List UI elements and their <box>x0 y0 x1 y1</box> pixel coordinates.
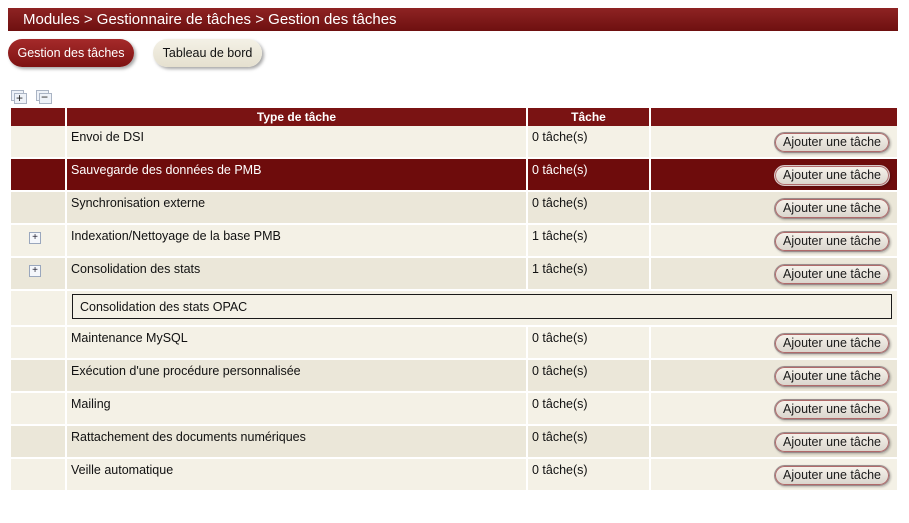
row-expander-cell <box>11 360 65 393</box>
subtask-row: Consolidation des stats OPAC <box>11 291 897 327</box>
task-count: 0 tâche(s) <box>528 159 649 192</box>
breadcrumb: Modules > Gestionnaire de tâches > Gesti… <box>8 8 898 31</box>
row-expander-cell: + <box>11 225 65 258</box>
add-task-button[interactable]: Ajouter une tâche <box>774 432 890 453</box>
task-count: 0 tâche(s) <box>528 360 649 393</box>
row-actions: Ajouter une tâche <box>651 225 897 258</box>
task-type: Consolidation des stats <box>67 258 526 291</box>
task-count: 0 tâche(s) <box>528 126 649 159</box>
task-table: Type de tâche Tâche Envoi de DSI 0 tâche… <box>9 108 899 492</box>
header-expander <box>11 108 65 126</box>
task-type: Veille automatique <box>67 459 526 492</box>
row-expander-cell <box>11 459 65 492</box>
tab-gestion-des-taches[interactable]: Gestion des tâches <box>8 39 134 67</box>
subtask-label: Consolidation des stats OPAC <box>80 300 248 314</box>
subtask-cell: Consolidation des stats OPAC <box>67 291 897 327</box>
table-row[interactable]: Rattachement des documents numériques 0 … <box>11 426 897 459</box>
add-task-button[interactable]: Ajouter une tâche <box>774 231 890 252</box>
task-type: Envoi de DSI <box>67 126 526 159</box>
table-row[interactable]: Maintenance MySQL 0 tâche(s) Ajouter une… <box>11 327 897 360</box>
task-count: 1 tâche(s) <box>528 225 649 258</box>
task-count: 0 tâche(s) <box>528 192 649 225</box>
row-actions: Ajouter une tâche <box>651 327 897 360</box>
row-expander-cell <box>11 327 65 360</box>
add-task-button[interactable]: Ajouter une tâche <box>774 132 890 153</box>
add-task-button[interactable]: Ajouter une tâche <box>774 366 890 387</box>
table-row[interactable]: Envoi de DSI 0 tâche(s) Ajouter une tâch… <box>11 126 897 159</box>
task-count: 0 tâche(s) <box>528 393 649 426</box>
row-expander-cell <box>11 192 65 225</box>
row-expander-cell <box>11 426 65 459</box>
add-task-button[interactable]: Ajouter une tâche <box>774 399 890 420</box>
add-task-button[interactable]: Ajouter une tâche <box>774 465 890 486</box>
task-count: 0 tâche(s) <box>528 459 649 492</box>
task-count: 0 tâche(s) <box>528 327 649 360</box>
row-actions: Ajouter une tâche <box>651 159 897 192</box>
row-actions: Ajouter une tâche <box>651 393 897 426</box>
header-actions <box>651 108 897 126</box>
table-header-row: Type de tâche Tâche <box>11 108 897 126</box>
row-expander-cell <box>11 126 65 159</box>
add-task-button[interactable]: Ajouter une tâche <box>774 165 890 186</box>
row-expander-cell <box>11 291 65 327</box>
add-task-button[interactable]: Ajouter une tâche <box>774 198 890 219</box>
expand-all-icon[interactable]: + <box>11 90 27 104</box>
task-type: Maintenance MySQL <box>67 327 526 360</box>
row-expander-cell <box>11 393 65 426</box>
collapse-all-icon[interactable]: − <box>36 90 52 104</box>
row-expander-cell: + <box>11 258 65 291</box>
task-type: Rattachement des documents numériques <box>67 426 526 459</box>
subtask-panel[interactable]: Consolidation des stats OPAC <box>72 294 892 319</box>
table-row[interactable]: Sauvegarde des données de PMB 0 tâche(s)… <box>11 159 897 192</box>
table-row[interactable]: + Consolidation des stats 1 tâche(s) Ajo… <box>11 258 897 291</box>
task-type: Mailing <box>67 393 526 426</box>
table-row[interactable]: Exécution d'une procédure personnalisée … <box>11 360 897 393</box>
task-type: Sauvegarde des données de PMB <box>67 159 526 192</box>
table-row[interactable]: Mailing 0 tâche(s) Ajouter une tâche <box>11 393 897 426</box>
row-expander-cell <box>11 159 65 192</box>
header-type: Type de tâche <box>67 108 526 126</box>
row-actions: Ajouter une tâche <box>651 459 897 492</box>
row-actions: Ajouter une tâche <box>651 258 897 291</box>
row-actions: Ajouter une tâche <box>651 360 897 393</box>
header-task: Tâche <box>528 108 649 126</box>
tab-tableau-de-bord[interactable]: Tableau de bord <box>153 39 262 67</box>
expand-icon[interactable]: + <box>29 265 41 277</box>
table-row[interactable]: Veille automatique 0 tâche(s) Ajouter un… <box>11 459 897 492</box>
add-task-button[interactable]: Ajouter une tâche <box>774 264 890 285</box>
task-count: 0 tâche(s) <box>528 426 649 459</box>
expand-icon[interactable]: + <box>29 232 41 244</box>
row-actions: Ajouter une tâche <box>651 126 897 159</box>
task-type: Synchronisation externe <box>67 192 526 225</box>
table-row[interactable]: Synchronisation externe 0 tâche(s) Ajout… <box>11 192 897 225</box>
table-row[interactable]: + Indexation/Nettoyage de la base PMB 1 … <box>11 225 897 258</box>
row-actions: Ajouter une tâche <box>651 192 897 225</box>
task-type: Indexation/Nettoyage de la base PMB <box>67 225 526 258</box>
row-actions: Ajouter une tâche <box>651 426 897 459</box>
task-count: 1 tâche(s) <box>528 258 649 291</box>
task-type: Exécution d'une procédure personnalisée <box>67 360 526 393</box>
add-task-button[interactable]: Ajouter une tâche <box>774 333 890 354</box>
